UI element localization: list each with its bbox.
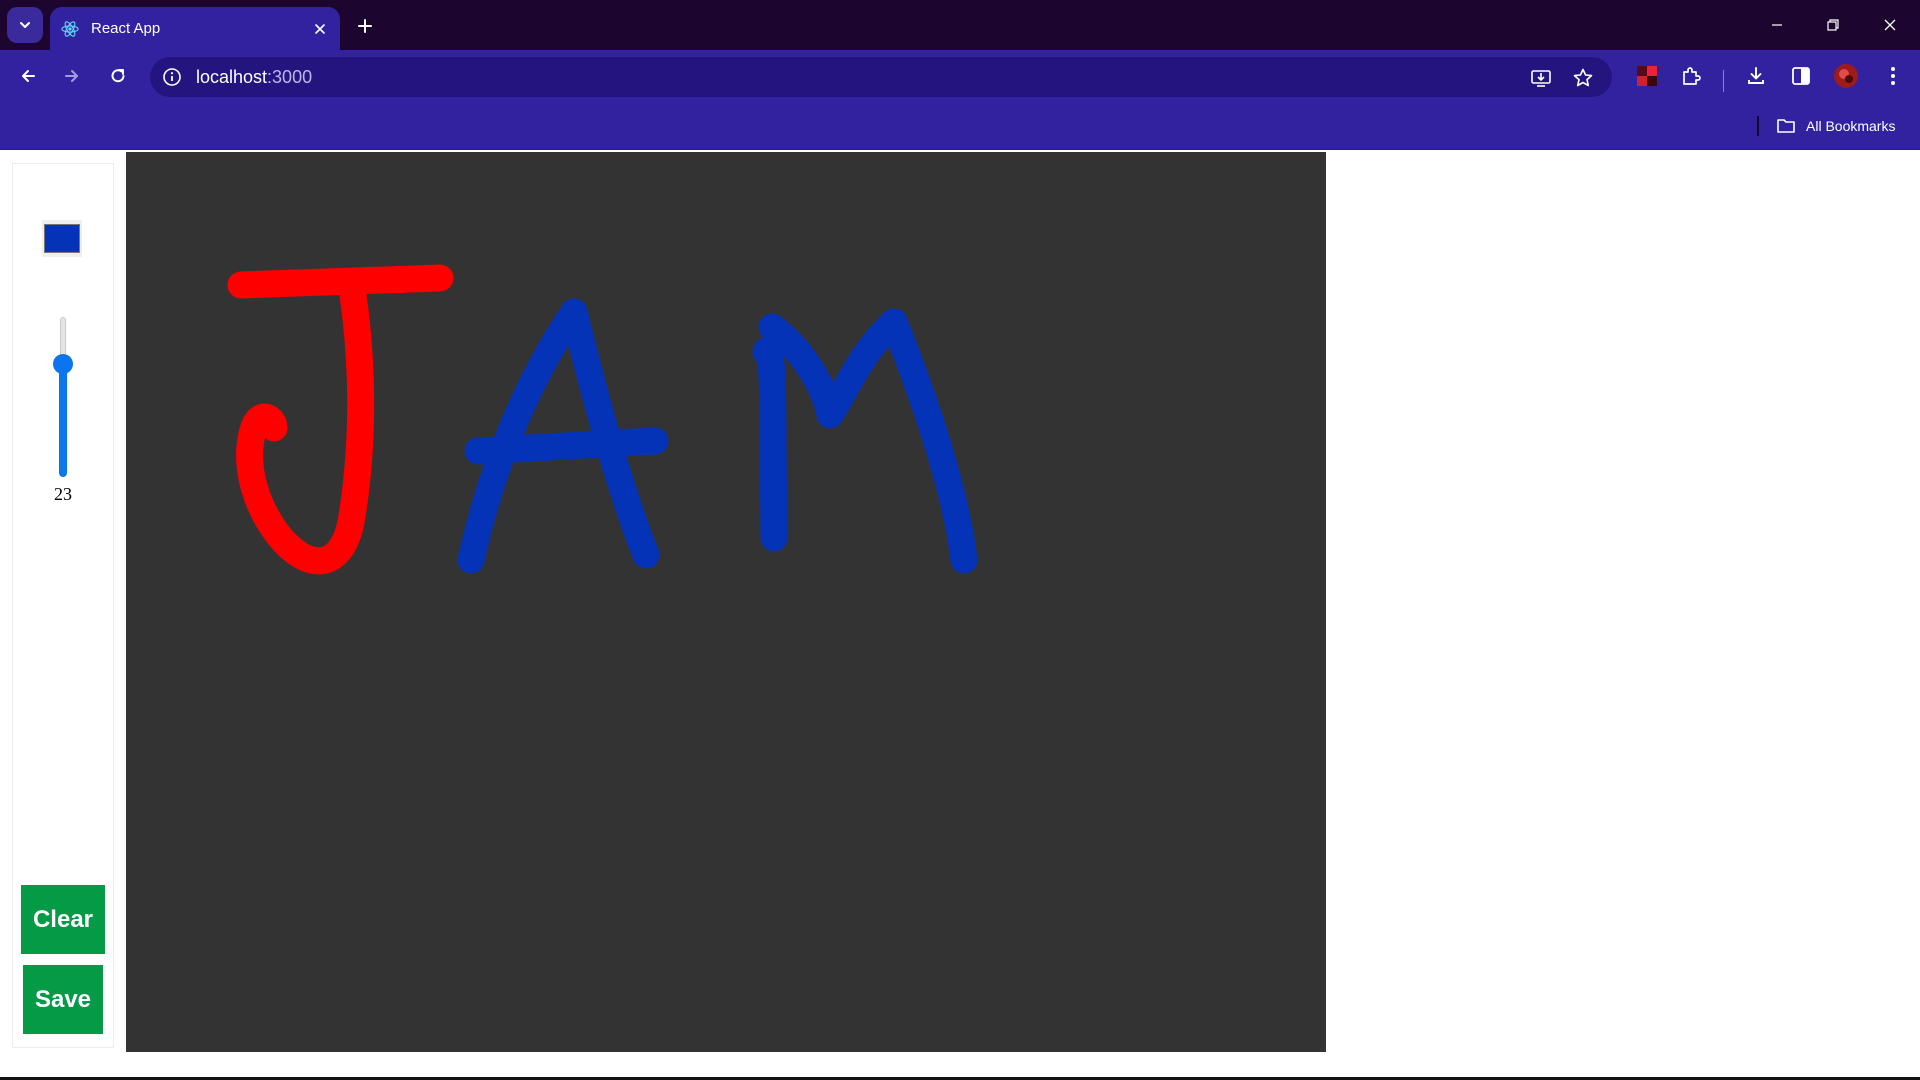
bookmarks-bar: All Bookmarks: [0, 102, 1920, 150]
folder-icon: [1776, 117, 1796, 135]
install-app-icon[interactable]: [1528, 65, 1554, 91]
url-text: localhost:3000: [196, 67, 312, 88]
drawing-canvas[interactable]: [126, 152, 1326, 1052]
slider-track-fill: [59, 363, 67, 477]
tab-search-button[interactable]: [7, 7, 43, 43]
site-info-icon[interactable]: [161, 66, 183, 88]
new-tab-button[interactable]: [352, 13, 378, 39]
plus-icon: [357, 18, 373, 34]
reload-button[interactable]: [102, 60, 134, 92]
brush-size-slider[interactable]: [53, 317, 73, 477]
slider-thumb[interactable]: [53, 354, 73, 374]
tab-title: React App: [91, 20, 161, 37]
page-content: 23 Clear Save: [0, 151, 1920, 1080]
extensions-puzzle-icon[interactable]: [1676, 61, 1706, 91]
back-button[interactable]: [12, 60, 44, 92]
brush-size-value: 23: [54, 484, 72, 504]
all-bookmarks-button[interactable]: All Bookmarks: [1776, 114, 1895, 138]
side-panel-icon[interactable]: [1786, 61, 1816, 91]
download-icon[interactable]: [1741, 61, 1771, 91]
reload-icon: [109, 67, 127, 85]
more-menu-icon[interactable]: [1878, 61, 1908, 91]
react-icon: [60, 19, 80, 39]
profile-avatar[interactable]: [1831, 61, 1861, 91]
address-bar[interactable]: localhost:3000: [150, 57, 1612, 97]
tab-react-app[interactable]: React App: [50, 7, 340, 50]
extension-icon[interactable]: [1632, 61, 1662, 91]
minimize-icon: [1770, 18, 1784, 32]
bookmarks-separator: [1757, 116, 1759, 136]
forward-button[interactable]: [56, 60, 88, 92]
browser-titlebar: React App: [0, 0, 1920, 50]
url-port: :3000: [267, 67, 313, 87]
close-window-button[interactable]: [1875, 10, 1905, 40]
toolbar-separator: [1723, 70, 1724, 92]
color-picker[interactable]: [42, 220, 82, 257]
url-host: localhost: [196, 67, 268, 87]
tool-panel: 23 Clear Save: [12, 163, 114, 1048]
save-button[interactable]: Save: [23, 965, 103, 1034]
restore-icon: [1826, 18, 1840, 32]
chevron-down-icon: [18, 18, 32, 32]
bookmark-star-icon[interactable]: [1570, 65, 1596, 91]
close-icon: [1883, 18, 1897, 32]
browser-toolbar: localhost:3000: [0, 50, 1920, 102]
arrow-left-icon: [19, 67, 37, 85]
minimize-button[interactable]: [1762, 10, 1792, 40]
restore-button[interactable]: [1818, 10, 1848, 40]
close-tab-icon[interactable]: [310, 19, 330, 39]
all-bookmarks-label: All Bookmarks: [1806, 118, 1896, 134]
arrow-right-icon: [63, 67, 81, 85]
clear-button[interactable]: Clear: [21, 885, 105, 954]
